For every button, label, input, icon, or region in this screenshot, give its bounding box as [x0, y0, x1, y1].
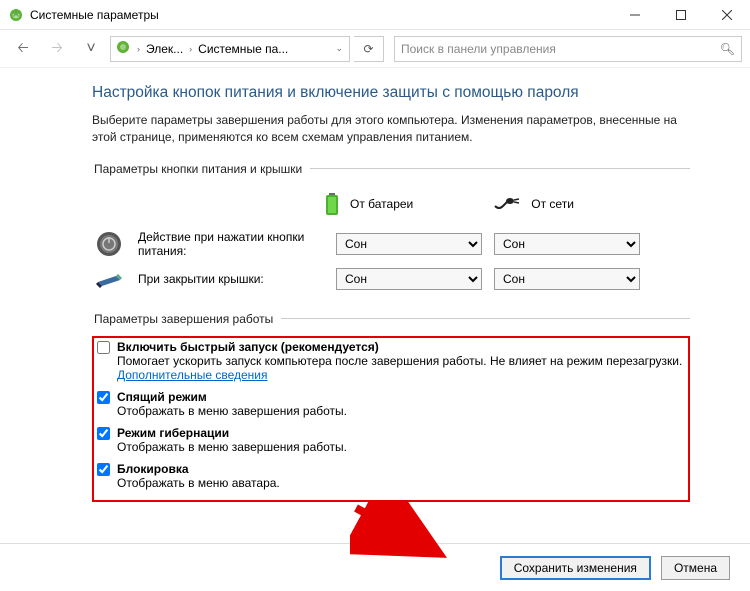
search-input[interactable]: Поиск в панели управления 🔍︎ [394, 36, 742, 62]
close-button[interactable] [704, 0, 750, 30]
column-battery: От батареи [324, 192, 413, 216]
app-icon [8, 7, 24, 23]
option-checkbox[interactable] [97, 391, 110, 404]
page-subtext: Выберите параметры завершения работы для… [92, 112, 690, 146]
option-checkbox[interactable] [97, 463, 110, 476]
chevron-right-icon: › [187, 44, 194, 54]
search-icon: 🔍︎ [720, 42, 735, 56]
minimize-button[interactable] [612, 0, 658, 30]
column-ac-label: От сети [531, 197, 574, 211]
window-title: Системные параметры [30, 8, 612, 22]
search-placeholder: Поиск в панели управления [401, 42, 556, 56]
refresh-button[interactable]: ⟳ [354, 36, 384, 62]
option-title: Блокировка [117, 462, 280, 476]
content-area: Настройка кнопок питания и включение защ… [0, 68, 750, 502]
group-shutdown-settings: Параметры завершения работы Включить быс… [92, 312, 690, 502]
option-checkbox[interactable] [97, 427, 110, 440]
laptop-lid-icon [92, 268, 126, 290]
row-power-label: Действие при нажатии кнопки питания: [138, 230, 324, 258]
option-desc: Отображать в меню аватара. [117, 476, 280, 490]
cancel-button[interactable]: Отмена [661, 556, 730, 580]
address-icon [115, 39, 131, 58]
option-checkbox[interactable] [97, 341, 110, 354]
power-ac-select[interactable]: Сон [494, 233, 640, 255]
chevron-down-icon[interactable]: ⌄ [333, 43, 345, 54]
row-power-button: Действие при нажатии кнопки питания: Сон… [92, 230, 690, 258]
power-button-icon [92, 231, 126, 257]
option-desc: Помогает ускорить запуск компьютера посл… [117, 354, 685, 382]
shutdown-option: БлокировкаОтображать в меню аватара. [97, 462, 685, 490]
maximize-button[interactable] [658, 0, 704, 30]
row-lid: При закрытии крышки: Сон Сон [92, 268, 690, 290]
option-desc: Отображать в меню завершения работы. [117, 440, 347, 454]
shutdown-option: Включить быстрый запуск (рекомендуется)П… [97, 340, 685, 382]
save-button[interactable]: Сохранить изменения [500, 556, 651, 580]
more-info-link[interactable]: Дополнительные сведения [117, 368, 267, 382]
row-lid-label: При закрытии крышки: [138, 272, 324, 286]
shutdown-option: Режим гибернацииОтображать в меню заверш… [97, 426, 685, 454]
group-power-button-lid: Параметры кнопки питания и крышки От бат… [92, 162, 690, 300]
up-button[interactable]: ˅ [76, 35, 106, 63]
forward-button[interactable]: 🡢 [42, 35, 72, 63]
footer: Сохранить изменения Отмена [0, 543, 750, 591]
breadcrumb-1[interactable]: Элек... [146, 42, 183, 56]
highlight-annotation: Включить быстрый запуск (рекомендуется)П… [92, 336, 690, 502]
option-title: Режим гибернации [117, 426, 347, 440]
lid-ac-select[interactable]: Сон [494, 268, 640, 290]
lid-battery-select[interactable]: Сон [336, 268, 482, 290]
shutdown-option: Спящий режимОтображать в меню завершения… [97, 390, 685, 418]
group-legend-2: Параметры завершения работы [92, 312, 281, 326]
chevron-right-icon: › [135, 44, 142, 54]
column-battery-label: От батареи [350, 197, 413, 211]
plug-icon [493, 196, 521, 212]
back-button[interactable]: 🡠 [8, 35, 38, 63]
titlebar: Системные параметры [0, 0, 750, 30]
power-battery-select[interactable]: Сон [336, 233, 482, 255]
group-legend: Параметры кнопки питания и крышки [92, 162, 310, 176]
address-bar[interactable]: › Элек... › Системные па... ⌄ [110, 36, 350, 62]
navbar: 🡠 🡢 ˅ › Элек... › Системные па... ⌄ ⟳ По… [0, 30, 750, 68]
option-desc: Отображать в меню завершения работы. [117, 404, 347, 418]
option-title: Спящий режим [117, 390, 347, 404]
breadcrumb-2[interactable]: Системные па... [198, 42, 288, 56]
column-ac: От сети [493, 196, 574, 212]
option-title: Включить быстрый запуск (рекомендуется) [117, 340, 685, 354]
page-heading: Настройка кнопок питания и включение защ… [92, 84, 690, 102]
battery-icon [324, 192, 340, 216]
